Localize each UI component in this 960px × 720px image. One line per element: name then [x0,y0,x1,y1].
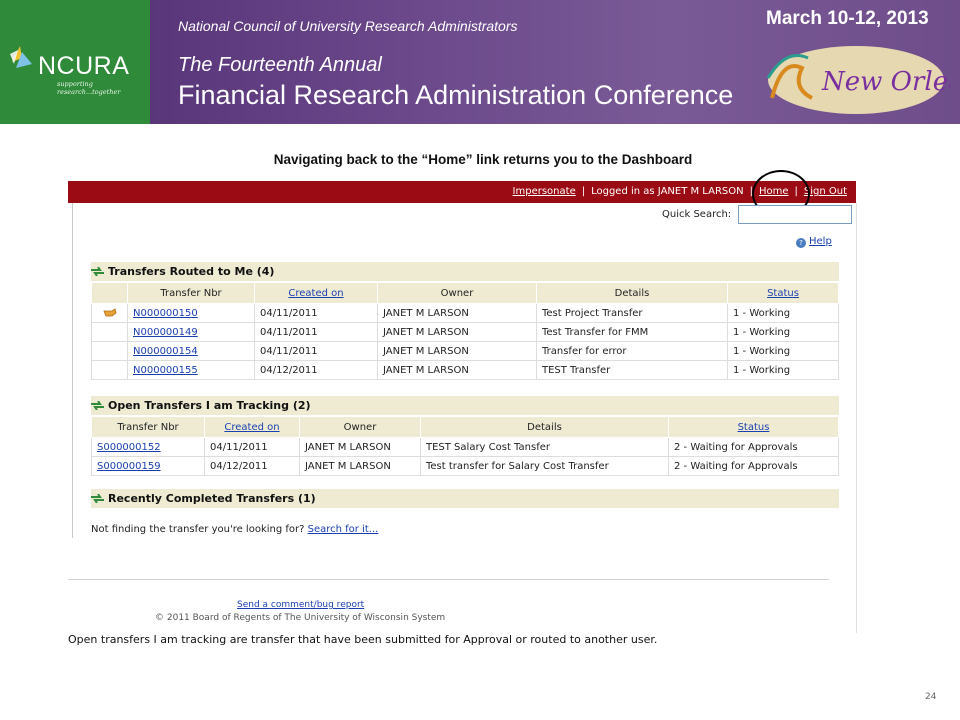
table-row[interactable]: S000000152 04/11/2011 JANET M LARSON TES… [91,437,839,457]
owner-cell: JANET M LARSON [377,341,537,361]
created-cell: 04/11/2011 [254,303,378,323]
row-icon-cell [91,360,128,380]
created-cell: 04/11/2011 [204,437,300,457]
status-cell: 2 - Waiting for Approvals [668,437,839,457]
created-cell: 04/12/2011 [254,360,378,380]
search-for-it-link[interactable]: Search for it... [308,524,379,535]
col-transfer-nbr: Transfer Nbr [91,416,205,438]
app-top-bar: Impersonate | Logged in as JANET M LARSON |… [68,181,856,203]
section-tracking: Open Transfers I am Tracking (2) [91,396,839,415]
slide-heading: Navigating back to the “Home” link retur… [273,152,693,167]
col-created-on[interactable]: Created on [254,282,378,304]
col-transfer-nbr: Transfer Nbr [127,282,255,304]
owner-cell: JANET M LARSON [377,360,537,380]
details-cell: Test transfer for Salary Cost Transfer [420,456,669,476]
owner-cell: JANET M LARSON [377,322,537,342]
owner-cell: JANET M LARSON [299,437,421,457]
nav-separator: | [581,186,586,197]
not-finding-text: Not finding the transfer you're looking … [91,524,378,535]
help-link[interactable]: ? Help [796,236,832,248]
transfer-arrows-icon [91,401,104,410]
conference-date: March 10-12, 2013 [766,8,929,29]
details-cell: Test Transfer for FMM [536,322,728,342]
logged-in-text: Logged in as JANET M LARSON [591,186,744,197]
transfer-link[interactable]: N000000149 [133,327,198,338]
conference-title: Financial Research Administration Confer… [178,80,734,110]
section-title: Transfers Routed to Me (4) [108,265,275,278]
transfer-link[interactable]: N000000150 [133,308,198,319]
quick-search-input[interactable] [738,205,852,224]
section-completed[interactable]: Recently Completed Transfers (1) [91,489,839,508]
created-cell: 04/12/2011 [204,456,300,476]
row-icon-cell [91,322,128,342]
ncura-logo-icon [10,46,32,68]
col-owner: Owner [299,416,421,438]
new-orleans-logo: New Orleans [766,46,950,114]
slide-caption: Open transfers I am tracking are transfe… [68,633,658,646]
routed-table: Transfer Nbr Created on Owner Details St… [91,282,839,380]
page-number: 24 [925,692,937,702]
owner-cell: JANET M LARSON [377,303,537,323]
conference-banner: NCURA supporting research...together Nat… [0,0,960,124]
created-cell: 04/11/2011 [254,322,378,342]
annual-title: The Fourteenth Annual [178,54,382,76]
table-row[interactable]: S000000159 04/12/2011 JANET M LARSON Tes… [91,456,839,476]
status-cell: 1 - Working [727,360,839,380]
table-row[interactable]: N000000155 04/12/2011 JANET M LARSON TES… [91,360,839,380]
transfer-link[interactable]: S000000152 [97,442,161,453]
city-text: New Orleans [821,67,950,97]
table-row[interactable]: N000000154 04/11/2011 JANET M LARSON Tra… [91,341,839,361]
not-finding-label: Not finding the transfer you're looking … [91,524,305,535]
owner-cell: JANET M LARSON [299,456,421,476]
transfer-link[interactable]: S000000159 [97,461,161,472]
row-icon-cell [91,341,128,361]
bug-report-link[interactable]: Send a comment/bug report [237,600,364,610]
status-cell: 1 - Working [727,341,839,361]
col-status[interactable]: Status [727,282,839,304]
created-cell: 04/11/2011 [254,341,378,361]
impersonate-link[interactable]: Impersonate [513,186,576,197]
panel-border [856,203,857,633]
footer-divider [68,579,829,580]
ncura-logo: NCURA supporting research...together [0,0,150,124]
section-routed-to-me: Transfers Routed to Me (4) [91,262,839,281]
status-cell: 1 - Working [727,303,839,323]
table-row[interactable]: N000000150 04/11/2011 JANET M LARSON Tes… [91,303,839,323]
transfer-link[interactable]: N000000154 [133,346,198,357]
details-cell: TEST Salary Cost Tansfer [420,437,669,457]
col-details: Details [420,416,669,438]
logo-tagline: supporting research...together [57,80,121,96]
details-cell: TEST Transfer [536,360,728,380]
hand-pointer-icon [91,303,128,323]
section-title: Recently Completed Transfers (1) [108,492,316,505]
details-cell: Test Project Transfer [536,303,728,323]
help-icon: ? [796,238,806,248]
details-cell: Transfer for error [536,341,728,361]
table-row[interactable]: N000000149 04/11/2011 JANET M LARSON Tes… [91,322,839,342]
col-created-on[interactable]: Created on [204,416,300,438]
col-details: Details [536,282,728,304]
transfer-link[interactable]: N000000155 [133,365,198,376]
tracking-table: Transfer Nbr Created on Owner Details St… [91,416,839,476]
copyright-text: © 2011 Board of Regents of The Universit… [155,613,446,623]
logo-text: NCURA [38,52,130,80]
col-icon [91,282,128,304]
col-owner: Owner [377,282,537,304]
section-title: Open Transfers I am Tracking (2) [108,399,311,412]
sign-out-link[interactable]: Sign Out [804,186,847,197]
status-cell: 2 - Waiting for Approvals [668,456,839,476]
transfer-arrows-icon [91,267,104,276]
col-status[interactable]: Status [668,416,839,438]
organization-name: National Council of University Research … [178,18,518,34]
help-label: Help [809,236,832,247]
transfer-arrows-icon [91,494,104,503]
status-cell: 1 - Working [727,322,839,342]
quick-search-label: Quick Search: [662,209,732,220]
